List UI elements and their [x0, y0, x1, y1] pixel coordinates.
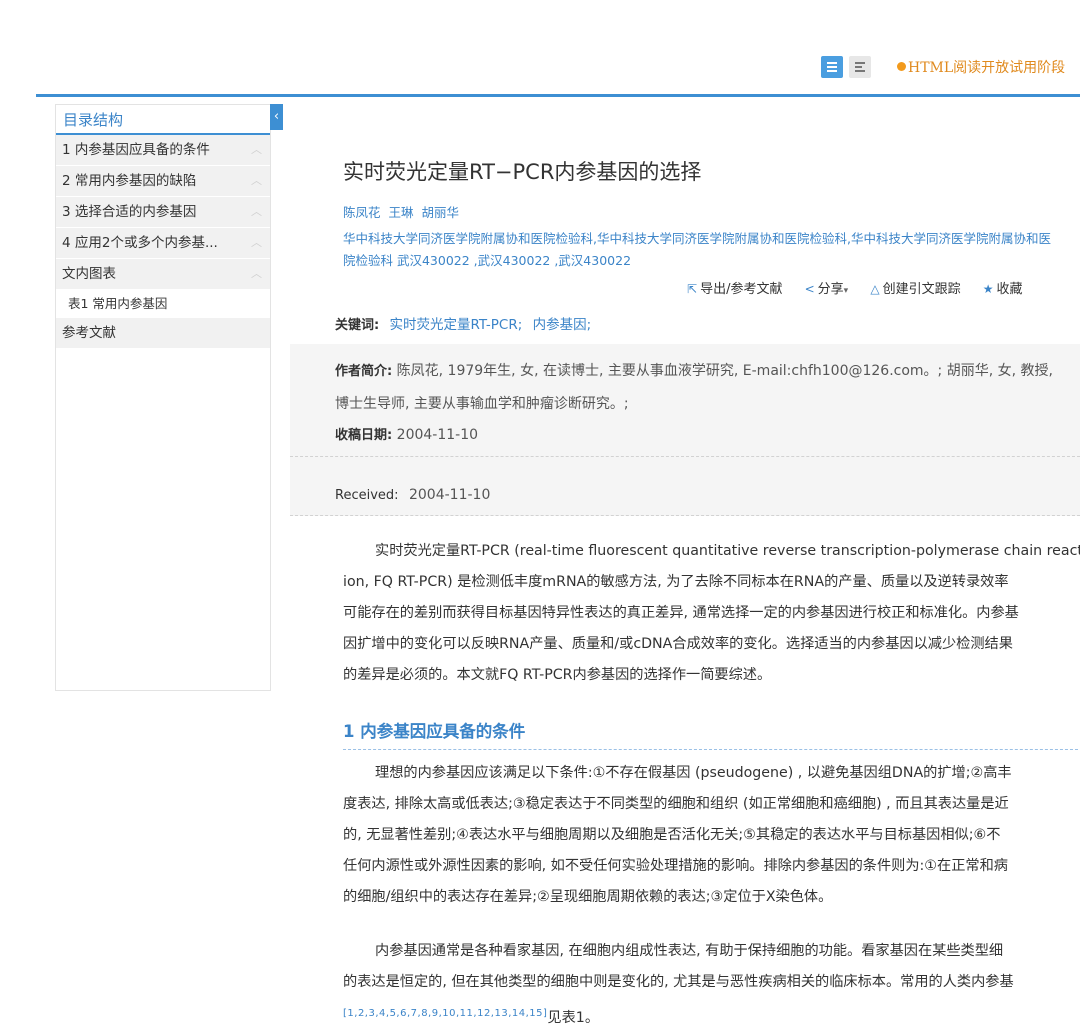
paragraph-line: 实时荧光定量RT-PCR (real-time fluorescent quan…: [375, 543, 1080, 559]
keywords-row: 关键词: 实时荧光定量RT-PCR; 内参基因;: [335, 313, 591, 333]
paragraph-line: 的差异是必须的。本文就FQ RT-PCR内参基因的选择作一简要综述。: [343, 667, 772, 683]
author-info-box: 作者简介: 陈凤花, 1979年生, 女, 在读博士, 主要从事血液学研究, E…: [290, 344, 1080, 457]
paragraph-line: [1,2,3,4,5,6,7,8,9,10,11,12,13,14,15]见表1…: [343, 998, 1080, 1034]
received-cn-label: 收稿日期:: [335, 428, 393, 443]
affiliation[interactable]: 华中科技大学同济医学院附属协和医院检验科,华中科技大学同济医学院附属协和医院检验…: [343, 228, 1080, 272]
toc-item-multiple-genes[interactable]: 4 应用2个或多个内参基... ︿: [56, 228, 270, 259]
toc-subitem-table1[interactable]: 表1 常用内参基因: [56, 290, 270, 318]
toc-item-figures[interactable]: 文内图表 ︿: [56, 259, 270, 290]
article-toolbar: ⇱ 导出/参考文献 < 分享▾ △ 创建引文跟踪 ★ 收藏: [687, 278, 1041, 297]
create-citation-tracking-button[interactable]: △ 创建引文跟踪: [870, 282, 960, 297]
paragraph-line: 因扩增中的变化可以反映RNA产量、质量和/或cDNA合成效率的变化。选择适当的内…: [343, 636, 1013, 652]
share-icon: <: [804, 282, 815, 296]
toc-item-label: 1 内参基因应具备的条件: [62, 142, 210, 158]
favorite-label: 收藏: [996, 282, 1023, 297]
toc-item-references[interactable]: 参考文献: [56, 318, 270, 349]
lines-icon: [827, 62, 837, 64]
chevron-left-icon: ‹: [273, 109, 280, 124]
paragraph-line: 的, 无显著性差别;④表达水平与细胞周期以及细胞是否活化无关;⑤其稳定的表达水平…: [343, 827, 1001, 843]
full-view-toggle[interactable]: [821, 56, 843, 78]
article-title: 实时荧光定量RT−PCR内参基因的选择: [343, 160, 702, 184]
list-icon-line: [855, 70, 865, 72]
affiliation-line: 华中科技大学同济医学院附属协和医院检验科,华中科技大学同济医学院附属协和医院检验…: [343, 231, 1051, 246]
author-bio-line: 博士生导师, 主要从事输血学和肿瘤诊断研究。;: [335, 396, 629, 412]
share-button[interactable]: < 分享▾: [805, 282, 849, 297]
html-trial-notice[interactable]: HTML阅读开放试用阶段: [897, 57, 1065, 77]
share-label: 分享: [817, 282, 844, 297]
chevron-up-icon: ︿: [251, 174, 262, 187]
export-button[interactable]: ⇱ 导出/参考文献: [687, 282, 782, 297]
paragraph-line: 的细胞/组织中的表达存在差异;②呈现细胞周期依赖的表达;③定位于X染色体。: [343, 889, 833, 905]
toc-item-label: 文内图表: [62, 266, 116, 282]
orange-dot-icon: [897, 62, 906, 71]
toc-item-conditions[interactable]: 1 内参基因应具备的条件 ︿: [56, 135, 270, 166]
author-link[interactable]: 王琳: [389, 205, 414, 220]
intro-paragraph: 实时荧光定量RT-PCR (real-time fluorescent quan…: [343, 536, 1080, 691]
keyword-link[interactable]: 内参基因;: [533, 317, 592, 333]
author-bio: 作者简介: 陈凤花, 1979年生, 女, 在读博士, 主要从事血液学研究, E…: [335, 360, 1053, 380]
bell-icon: △: [870, 282, 880, 296]
toc-item-label: 2 常用内参基因的缺陷: [62, 173, 197, 189]
list-icon-line: [855, 66, 862, 68]
caret-down-icon: ▾: [843, 286, 849, 296]
affiliation-line: 院检验科 武汉430022 ,武汉430022 ,武汉430022: [343, 253, 632, 268]
paragraph-line: 任何内源性或外源性因素的影响, 如不受任何实验处理措施的影响。排除内参基因的条件…: [343, 858, 1008, 874]
star-icon: ★: [982, 282, 994, 296]
received-date-en: Received: 2004-11-10: [335, 487, 490, 503]
chevron-up-icon: ︿: [251, 236, 262, 249]
paragraph-line: 理想的内参基因应该满足以下条件:①不存在假基因 (pseudogene) , 以…: [375, 765, 1012, 781]
paragraph-line: 的表达是恒定的, 但在其他类型的细胞中则是变化的, 尤其是与恶性疾病相关的临床标…: [343, 974, 1014, 990]
paragraph-line: ion, FQ RT-PCR) 是检测低丰度mRNA的敏感方法, 为了去除不同标…: [343, 574, 1009, 590]
export-icon: ⇱: [687, 282, 698, 296]
article-content: 实时荧光定量RT−PCR内参基因的选择 陈凤花 王琳 胡丽华 华中科技大学同济医…: [290, 104, 1080, 1026]
notice-text: HTML阅读开放试用阶段: [908, 60, 1066, 76]
top-bar: HTML阅读开放试用阶段: [0, 0, 1080, 96]
section-1-paragraph-2: 内参基因通常是各种看家基因, 在细胞内组成性表达, 有助于保持细胞的功能。看家基…: [343, 936, 1080, 1034]
author-link[interactable]: 陈凤花: [343, 205, 381, 220]
toc-item-label: 参考文献: [62, 325, 116, 341]
lines-icon-line: [827, 70, 837, 72]
export-label: 导出/参考文献: [700, 282, 783, 297]
favorite-button[interactable]: ★ 收藏: [983, 282, 1023, 297]
toc-item-label: 3 选择合适的内参基因: [62, 204, 197, 220]
author-bio-label: 作者简介:: [335, 364, 393, 379]
toc-sidebar: 目录结构 1 内参基因应具备的条件 ︿ 2 常用内参基因的缺陷 ︿ 3 选择合适的内…: [55, 104, 271, 691]
list-icon: [855, 62, 865, 64]
received-en-value: 2004-11-10: [408, 487, 491, 503]
outline-view-toggle[interactable]: [849, 56, 871, 78]
author-bio-line: 陈凤花, 1979年生, 女, 在读博士, 主要从事血液学研究, E-mail:…: [396, 363, 1053, 379]
section-divider: [343, 749, 1080, 750]
paragraph-line: 内参基因通常是各种看家基因, 在细胞内组成性表达, 有助于保持细胞的功能。看家基…: [375, 943, 1004, 959]
received-date-cn: 收稿日期: 2004-11-10: [335, 424, 478, 443]
track-label: 创建引文跟踪: [882, 282, 961, 297]
lines-icon-line: [827, 66, 837, 68]
collapse-sidebar-button[interactable]: ‹: [270, 104, 283, 130]
chevron-up-icon: ︿: [251, 267, 262, 280]
header-divider: [36, 94, 1080, 97]
keywords-label: 关键词:: [335, 318, 380, 333]
chevron-up-icon: ︿: [251, 205, 262, 218]
chevron-up-icon: ︿: [251, 143, 262, 156]
received-en-box: Received: 2004-11-10: [290, 457, 1080, 516]
author-list: 陈凤花 王琳 胡丽华: [343, 202, 459, 221]
toc-item-selection[interactable]: 3 选择合适的内参基因 ︿: [56, 197, 270, 228]
keyword-link[interactable]: 实时荧光定量RT-PCR;: [390, 317, 523, 333]
toc-item-defects[interactable]: 2 常用内参基因的缺陷 ︿: [56, 166, 270, 197]
paragraph-line: 可能存在的差别而获得目标基因特异性表达的真正差异, 通常选择一定的内参基因进行校…: [343, 605, 1019, 621]
received-cn-value: 2004-11-10: [396, 427, 479, 443]
toc-title: 目录结构: [56, 105, 270, 135]
author-link[interactable]: 胡丽华: [422, 205, 460, 220]
paragraph-line: 度表达, 排除太高或低表达;③稳定表达于不同类型的细胞和组织 (如正常细胞和癌细…: [343, 796, 1009, 812]
received-en-label: Received:: [335, 488, 399, 503]
reference-links[interactable]: [1,2,3,4,5,6,7,8,9,10,11,12,13,14,15]: [343, 1008, 547, 1019]
section-1-paragraph-1: 理想的内参基因应该满足以下条件:①不存在假基因 (pseudogene) , 以…: [343, 758, 1080, 913]
toc-item-label: 4 应用2个或多个内参基...: [62, 235, 218, 251]
section-1-heading: 1 内参基因应具备的条件: [343, 722, 526, 741]
